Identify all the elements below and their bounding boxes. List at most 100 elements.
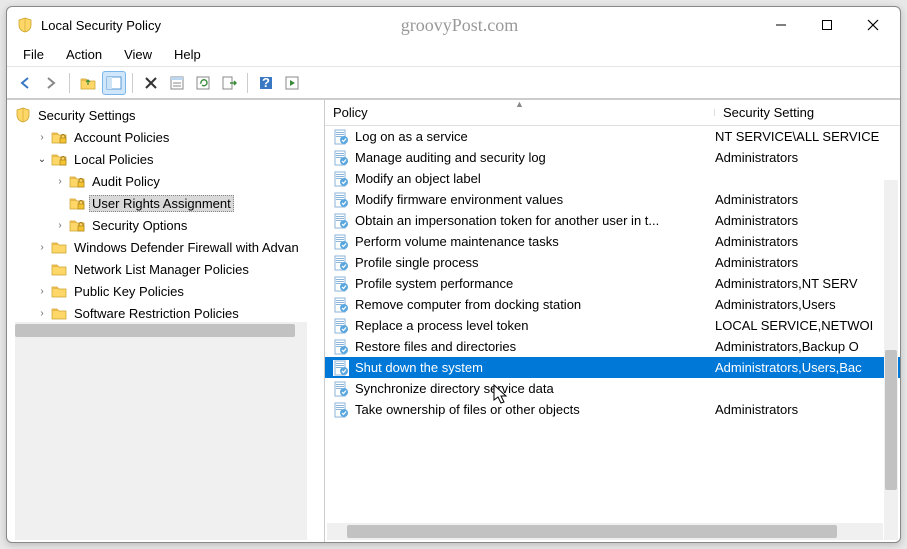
window-title: Local Security Policy <box>41 18 161 33</box>
list-header[interactable]: Policy ▲ Security Setting <box>325 100 900 126</box>
twisty-icon[interactable]: › <box>53 174 67 188</box>
policy-name: Profile single process <box>355 255 715 270</box>
menu-help[interactable]: Help <box>164 45 211 64</box>
twisty-icon[interactable]: › <box>35 130 49 144</box>
policy-icon <box>333 150 349 166</box>
folder-lock-icon <box>69 195 85 211</box>
list-pane: Policy ▲ Security Setting Log on as a se… <box>325 100 900 542</box>
tree-hscrollbar[interactable] <box>15 322 307 540</box>
tree-item[interactable]: ⌄ Local Policies <box>13 148 324 170</box>
tree-item-label: Audit Policy <box>89 173 163 190</box>
policy-icon <box>333 192 349 208</box>
back-button[interactable] <box>13 71 37 95</box>
policy-icon <box>333 402 349 418</box>
up-button[interactable] <box>76 71 100 95</box>
tree-item[interactable]: › Public Key Policies <box>13 280 324 302</box>
policy-name: Synchronize directory service data <box>355 381 715 396</box>
policy-name: Log on as a service <box>355 129 715 144</box>
list-row[interactable]: Modify firmware environment valuesAdmini… <box>325 189 900 210</box>
list-row[interactable]: Restore files and directoriesAdministrat… <box>325 336 900 357</box>
policy-icon <box>333 171 349 187</box>
tree-item[interactable]: › Audit Policy <box>13 170 324 192</box>
tree-item-label: Windows Defender Firewall with Advan <box>71 239 302 256</box>
tree-item[interactable]: ›Software Restriction Policies <box>13 302 324 322</box>
list-row[interactable]: Modify an object label <box>325 168 900 189</box>
twisty-icon[interactable]: › <box>35 284 49 298</box>
policy-setting: Administrators <box>715 234 900 249</box>
tree-item[interactable]: ›Account Policies <box>13 126 324 148</box>
refresh-button[interactable] <box>191 71 215 95</box>
policy-setting: Administrators <box>715 255 900 270</box>
tree-pane: Security Settings ›Account Policies ⌄ Loca… <box>7 100 325 542</box>
policy-icon <box>333 129 349 145</box>
twisty-icon[interactable]: ⌄ <box>35 152 49 166</box>
minimize-button[interactable] <box>758 9 804 41</box>
list-body[interactable]: Log on as a serviceNT SERVICE\ALL SERVIC… <box>325 126 900 523</box>
tree-item[interactable]: Network List Manager Policies <box>13 258 324 280</box>
policy-name: Manage auditing and security log <box>355 150 715 165</box>
sort-indicator-icon: ▲ <box>515 100 524 109</box>
list-row[interactable]: Shut down the systemAdministrators,Users… <box>325 357 900 378</box>
action-button[interactable] <box>280 71 304 95</box>
policy-setting: Administrators,Users,Bac <box>715 360 900 375</box>
svg-text:?: ? <box>262 75 270 90</box>
tree-item-label: Security Options <box>89 217 190 234</box>
list-row[interactable]: Profile single processAdministrators <box>325 252 900 273</box>
policy-setting: Administrators,NT SERV <box>715 276 900 291</box>
policy-name: Obtain an impersonation token for anothe… <box>355 213 715 228</box>
tree-item[interactable]: › Windows Defender Firewall with Advan <box>13 236 324 258</box>
tree-item[interactable]: User Rights Assignment <box>13 192 324 214</box>
list-vscrollbar[interactable] <box>884 180 898 540</box>
policy-icon <box>333 234 349 250</box>
list-row[interactable]: Remove computer from docking stationAdmi… <box>325 294 900 315</box>
toolbar: ? <box>7 67 900 99</box>
maximize-button[interactable] <box>804 9 850 41</box>
policy-setting: Administrators <box>715 150 900 165</box>
folder-lock-icon <box>51 151 67 167</box>
twisty-icon[interactable]: › <box>53 218 67 232</box>
tree-item-label: Public Key Policies <box>71 283 187 300</box>
list-row[interactable]: Synchronize directory service data <box>325 378 900 399</box>
menu-file[interactable]: File <box>13 45 54 64</box>
properties-button[interactable] <box>165 71 189 95</box>
list-row[interactable]: Replace a process level tokenLOCAL SERVI… <box>325 315 900 336</box>
menu-view[interactable]: View <box>114 45 162 64</box>
list-hscrollbar[interactable] <box>327 523 883 540</box>
twisty-icon[interactable]: › <box>35 306 49 320</box>
policy-setting: LOCAL SERVICE,NETWOI <box>715 318 900 333</box>
window: Local Security Policy groovyPost.com Fil… <box>6 6 901 543</box>
policy-name: Take ownership of files or other objects <box>355 402 715 417</box>
tree-root-label: Security Settings <box>35 107 139 124</box>
policy-icon <box>333 381 349 397</box>
column-setting[interactable]: Security Setting <box>715 105 814 120</box>
list-row[interactable]: Manage auditing and security logAdminist… <box>325 147 900 168</box>
list-row[interactable]: Obtain an impersonation token for anothe… <box>325 210 900 231</box>
tree-item-label: Local Policies <box>71 151 157 168</box>
show-tree-button[interactable] <box>102 71 126 95</box>
list-row[interactable]: Log on as a serviceNT SERVICE\ALL SERVIC… <box>325 126 900 147</box>
tree-item[interactable]: › Security Options <box>13 214 324 236</box>
forward-button[interactable] <box>39 71 63 95</box>
tree[interactable]: Security Settings ›Account Policies ⌄ Loca… <box>13 104 324 322</box>
titlebar[interactable]: Local Security Policy groovyPost.com <box>7 7 900 43</box>
delete-button[interactable] <box>139 71 163 95</box>
policy-name: Profile system performance <box>355 276 715 291</box>
help-button[interactable]: ? <box>254 71 278 95</box>
menu-action[interactable]: Action <box>56 45 112 64</box>
twisty-icon[interactable] <box>53 196 67 210</box>
tree-root[interactable]: Security Settings <box>13 104 324 126</box>
policy-name: Modify firmware environment values <box>355 192 715 207</box>
folder-icon <box>51 283 67 299</box>
app-icon <box>17 17 33 33</box>
list-row[interactable]: Take ownership of files or other objects… <box>325 399 900 420</box>
policy-icon <box>333 318 349 334</box>
list-row[interactable]: Perform volume maintenance tasksAdminist… <box>325 231 900 252</box>
list-row[interactable]: Profile system performanceAdministrators… <box>325 273 900 294</box>
twisty-icon[interactable]: › <box>35 240 49 254</box>
close-button[interactable] <box>850 9 896 41</box>
shield-icon <box>15 107 31 123</box>
twisty-icon[interactable] <box>35 262 49 276</box>
folder-icon <box>51 305 67 321</box>
export-button[interactable] <box>217 71 241 95</box>
folder-lock-icon <box>51 129 67 145</box>
